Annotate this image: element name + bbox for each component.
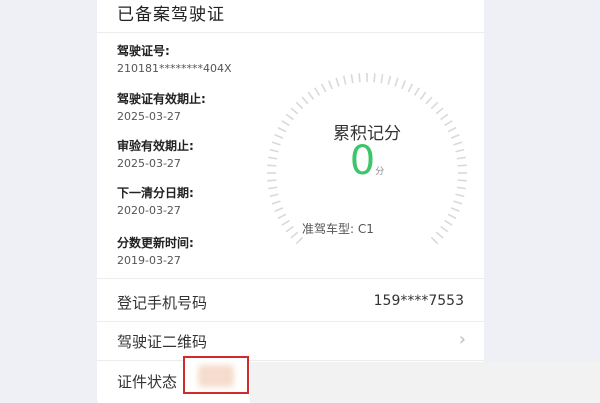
- gauge-tick: [440, 225, 449, 233]
- gauge-tick: [387, 75, 392, 85]
- gauge-tick: [430, 236, 439, 245]
- gauge-tick: [455, 193, 465, 198]
- gauge-tick: [277, 213, 287, 220]
- section-divider: [97, 278, 484, 279]
- gauge-tick: [314, 87, 321, 96]
- phone-value: 159****7553: [373, 293, 464, 309]
- gauge-tick: [358, 73, 361, 83]
- gauge-tick: [307, 91, 315, 100]
- gauge-tick: [295, 236, 304, 245]
- gauge-tick: [285, 225, 294, 233]
- gauge-tick: [453, 200, 463, 205]
- gauge-tick: [342, 75, 347, 85]
- gauge-tick: [327, 80, 333, 90]
- phone-label: 登记手机号码: [117, 294, 208, 312]
- gauge-tick: [290, 231, 299, 239]
- gauge-tick: [444, 219, 453, 226]
- gauge-tick: [269, 193, 279, 198]
- score-display: 0分: [262, 138, 472, 184]
- gauge-tick: [419, 91, 427, 100]
- license-number-label: 驾驶证号:: [117, 44, 170, 58]
- gauge-tick: [435, 107, 444, 115]
- qr-code-row[interactable]: 驾驶证二维码: [117, 331, 207, 352]
- gauge-tick: [295, 101, 304, 110]
- license-card: 已备案驾驶证 驾驶证号: 210181********404X 驾驶证有效期止:…: [97, 0, 484, 403]
- status-highlight-box: [183, 356, 249, 394]
- car-type: 准驾车型: C1: [302, 222, 374, 236]
- chevron-right-icon[interactable]: ›: [459, 329, 466, 350]
- gauge-tick: [425, 96, 433, 105]
- next-clear-date-value: 2020-03-27: [117, 204, 181, 217]
- row-divider: [97, 321, 484, 322]
- row-divider: [97, 360, 484, 361]
- gauge-tick: [401, 80, 407, 90]
- gauge-tick: [447, 213, 457, 220]
- gauge-tick: [394, 77, 399, 87]
- license-number-value: 210181********404X: [117, 62, 232, 75]
- score-update-time-label: 分数更新时间:: [117, 236, 194, 250]
- background-strip: [250, 362, 600, 403]
- valid-until-value: 2025-03-27: [117, 110, 181, 123]
- gauge-tick: [380, 74, 384, 84]
- score-update-time-value: 2019-03-27: [117, 254, 181, 267]
- gauge-tick: [320, 83, 327, 93]
- valid-until-label: 驾驶证有效期止:: [117, 92, 206, 106]
- gauge-tick: [290, 107, 299, 115]
- gauge-tick: [407, 83, 414, 93]
- gauge-tick: [413, 87, 420, 96]
- gauge-tick: [350, 74, 354, 84]
- title-divider: [97, 32, 484, 33]
- gauge-tick: [435, 231, 444, 239]
- card-title: 已备案驾驶证: [117, 5, 225, 25]
- gauge-tick: [274, 207, 284, 213]
- gauge-tick: [430, 101, 439, 110]
- gauge-tick: [456, 186, 466, 190]
- next-clear-date-label: 下一清分日期:: [117, 186, 194, 200]
- score-unit: 分: [375, 167, 385, 177]
- status-badge-blurred: [198, 365, 234, 387]
- gauge-tick: [301, 96, 309, 105]
- gauge-tick: [335, 77, 340, 87]
- status-label: 证件状态: [117, 373, 178, 391]
- gauge-tick: [271, 200, 281, 205]
- gauge-tick: [281, 219, 290, 226]
- gauge-tick: [268, 186, 278, 190]
- review-until-value: 2025-03-27: [117, 157, 181, 170]
- gauge-tick: [450, 207, 460, 213]
- score-value: 0: [349, 138, 376, 184]
- review-until-label: 审验有效期止:: [117, 139, 194, 153]
- gauge-tick: [373, 73, 376, 83]
